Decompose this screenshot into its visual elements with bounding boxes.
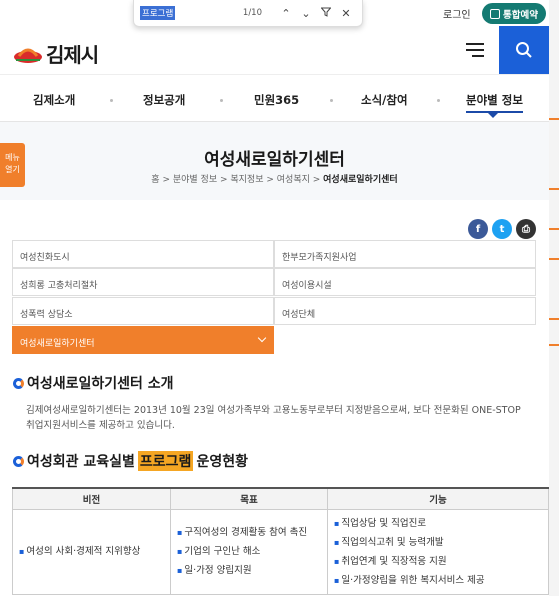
submenu-item-active[interactable]: 여성새로일하기센터: [12, 326, 274, 354]
section-title: 여성새로일하기센터 소개: [27, 376, 174, 392]
side-marker: [549, 258, 559, 260]
submenu-item-label: 여성새로일하기센터: [20, 339, 95, 349]
table-cell: 구직여성의 경제활동 참여 촉진 기업의 구인난 해소 일·가정 양립지원: [170, 508, 328, 595]
site-header: 김제시: [0, 26, 549, 74]
section-heading: 여성회관 교육실별 프로그램 운영현황: [13, 451, 248, 471]
nav-item-about[interactable]: 김제소개: [33, 92, 75, 108]
search-button[interactable]: [499, 26, 549, 74]
list-item: 일·가정 양립지원: [177, 561, 321, 580]
reserve-label: 통합예약: [503, 9, 538, 21]
list-item: 기업의 구인난 해소: [177, 542, 321, 561]
bullet-ring-icon: [13, 377, 24, 389]
search-icon: [516, 42, 532, 58]
breadcrumb: 홈 > 분야별 정보 > 복지정보 > 여성복지 > 여성새로일하기센터: [151, 175, 398, 185]
calendar-icon: [490, 8, 501, 19]
find-highlight: 프로그램: [137, 451, 194, 471]
side-marker: [549, 118, 559, 120]
table-header: 기능: [327, 487, 549, 510]
breadcrumb-current: 여성새로일하기센터: [323, 175, 398, 185]
list-item: 여성의 사회·경제적 지위향상: [19, 542, 164, 561]
find-count: 1/10: [242, 8, 262, 18]
logo-mark-icon: [13, 44, 43, 64]
submenu-item[interactable]: 여성친화도시: [12, 240, 274, 268]
print-icon[interactable]: ⎙: [516, 219, 536, 239]
chevron-up-icon[interactable]: ⌃: [276, 7, 296, 20]
twitter-icon[interactable]: t: [492, 219, 512, 239]
nav-separator: [110, 99, 113, 102]
submenu-item[interactable]: 성희롱 고충처리절차: [12, 268, 274, 296]
list-item: 직업의식고취 및 능력개발: [334, 533, 542, 552]
submenu-item[interactable]: 성폭력 상담소: [12, 297, 274, 325]
submenu-item[interactable]: 여성이용시설: [274, 268, 536, 296]
side-marker: [549, 188, 559, 190]
side-marker: [549, 318, 559, 320]
table-header: 목표: [170, 487, 328, 510]
breadcrumb-item[interactable]: 분야별 정보: [173, 175, 217, 185]
nav-item-news[interactable]: 소식/참여: [361, 92, 408, 108]
breadcrumb-item[interactable]: 복지정보: [230, 175, 263, 185]
reserve-button[interactable]: 통합예약: [482, 3, 546, 24]
breadcrumb-home[interactable]: 홈: [151, 175, 159, 185]
submenu-item[interactable]: 여성단체: [274, 297, 536, 325]
main-nav: 김제소개 정보공개 민원365 소식/참여 분야별 정보: [0, 74, 549, 122]
logo-text: 김제시: [46, 43, 99, 67]
hamburger-menu-icon[interactable]: [466, 43, 484, 57]
section-title-pre: 여성회관 교육실별: [27, 454, 135, 470]
nav-separator: [330, 99, 333, 102]
find-bar: 프로그램 1/10 ⌃ ⌄ ✕: [133, 0, 363, 27]
bullet-ring-icon: [13, 455, 24, 467]
table-cell: 직업상담 및 직업진로 직업의식고취 및 능력개발 취업연계 및 직장적응 지원…: [327, 508, 549, 595]
nav-separator: [437, 99, 440, 102]
section-heading: 여성새로일하기센터 소개: [13, 373, 174, 393]
close-icon[interactable]: ✕: [336, 7, 356, 20]
nav-item-info-open[interactable]: 정보공개: [143, 92, 185, 108]
facebook-icon[interactable]: f: [468, 219, 488, 239]
nav-item-field-info[interactable]: 분야별 정보: [466, 92, 523, 113]
section-title-post: 운영현황: [196, 454, 248, 470]
program-table: 비전 목표 기능 여성의 사회·경제적 지위향상 구직여성의 경제활동 참여 촉…: [12, 487, 549, 595]
list-item: 구직여성의 경제활동 참여 촉진: [177, 523, 321, 542]
login-link[interactable]: 로그인: [443, 6, 471, 21]
table-row: 여성의 사회·경제적 지위향상 구직여성의 경제활동 참여 촉진 기업의 구인난…: [12, 508, 549, 595]
table-cell: 여성의 사회·경제적 지위향상: [12, 508, 171, 595]
side-marker: [549, 228, 559, 230]
submenu-item[interactable]: 한부모가족지원사업: [274, 240, 536, 268]
chevron-down-icon: [257, 333, 267, 343]
logo[interactable]: 김제시: [13, 39, 99, 68]
find-query[interactable]: 프로그램: [140, 6, 176, 20]
filter-icon[interactable]: [316, 7, 336, 20]
page-title: 여성새로일하기센터: [204, 150, 345, 170]
side-marker: [549, 344, 559, 346]
section-description: 김제여성새로일하기센터는 2013년 10월 23일 여성가족부와 고용노동부로…: [26, 405, 521, 431]
list-item: 일·가정양립을 위한 복지서비스 제공: [334, 571, 542, 590]
active-indicator-icon: [488, 113, 498, 118]
nav-separator: [220, 99, 223, 102]
chevron-down-icon[interactable]: ⌄: [296, 7, 316, 20]
list-item: 취업연계 및 직장적응 지원: [334, 552, 542, 571]
nav-item-civil[interactable]: 민원365: [254, 92, 299, 108]
share-bar: f t ⎙: [468, 219, 536, 239]
list-item: 직업상담 및 직업진로: [334, 514, 542, 533]
scrollbar[interactable]: [549, 0, 559, 596]
breadcrumb-item[interactable]: 여성복지: [277, 175, 310, 185]
page: { "find_bar": {"query": "프로그램", "count":…: [0, 0, 559, 596]
table-header: 비전: [12, 487, 171, 510]
